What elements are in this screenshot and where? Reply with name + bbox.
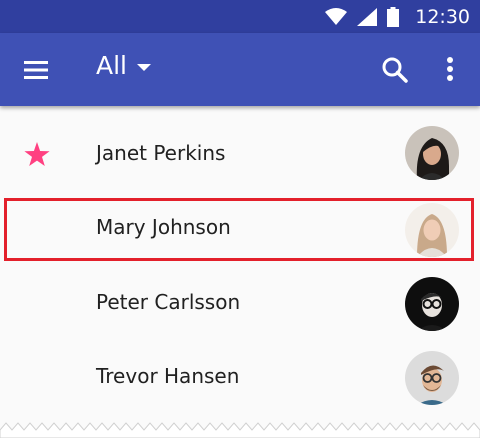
app-bar: All bbox=[0, 33, 480, 106]
menu-button[interactable] bbox=[22, 56, 52, 84]
contact-row-trevor-hansen[interactable]: Trevor Hansen bbox=[0, 338, 480, 412]
cell-signal-icon bbox=[357, 7, 378, 26]
search-icon bbox=[382, 57, 408, 83]
status-time: 12:30 bbox=[415, 5, 470, 28]
contact-name: Janet Perkins bbox=[96, 141, 226, 165]
filter-dropdown[interactable]: All bbox=[96, 51, 151, 80]
avatar bbox=[405, 277, 459, 331]
status-bar: 12:30 bbox=[0, 0, 480, 33]
search-button[interactable] bbox=[380, 55, 410, 85]
contact-row-mary-johnson[interactable]: Mary Johnson bbox=[0, 190, 480, 264]
star-icon[interactable] bbox=[24, 142, 50, 167]
avatar bbox=[405, 351, 459, 405]
menu-icon bbox=[24, 61, 48, 79]
more-options-button[interactable] bbox=[440, 55, 460, 85]
avatar bbox=[405, 203, 459, 257]
wifi-icon bbox=[325, 7, 348, 25]
contact-list: Janet Perkins Mary Johnson Peter Carlsso… bbox=[0, 106, 480, 438]
torn-edge bbox=[0, 422, 480, 438]
more-vert-icon bbox=[447, 57, 453, 81]
contact-name: Peter Carlsson bbox=[96, 290, 241, 314]
battery-icon bbox=[387, 6, 400, 27]
contact-row-peter-carlsson[interactable]: Peter Carlsson bbox=[0, 264, 480, 338]
avatar bbox=[405, 126, 459, 180]
dropdown-caret-icon bbox=[137, 63, 151, 71]
page-title: All bbox=[96, 51, 127, 80]
contact-name: Mary Johnson bbox=[96, 215, 231, 239]
contact-row-janet-perkins[interactable]: Janet Perkins bbox=[0, 116, 480, 190]
contact-name: Trevor Hansen bbox=[96, 364, 240, 388]
